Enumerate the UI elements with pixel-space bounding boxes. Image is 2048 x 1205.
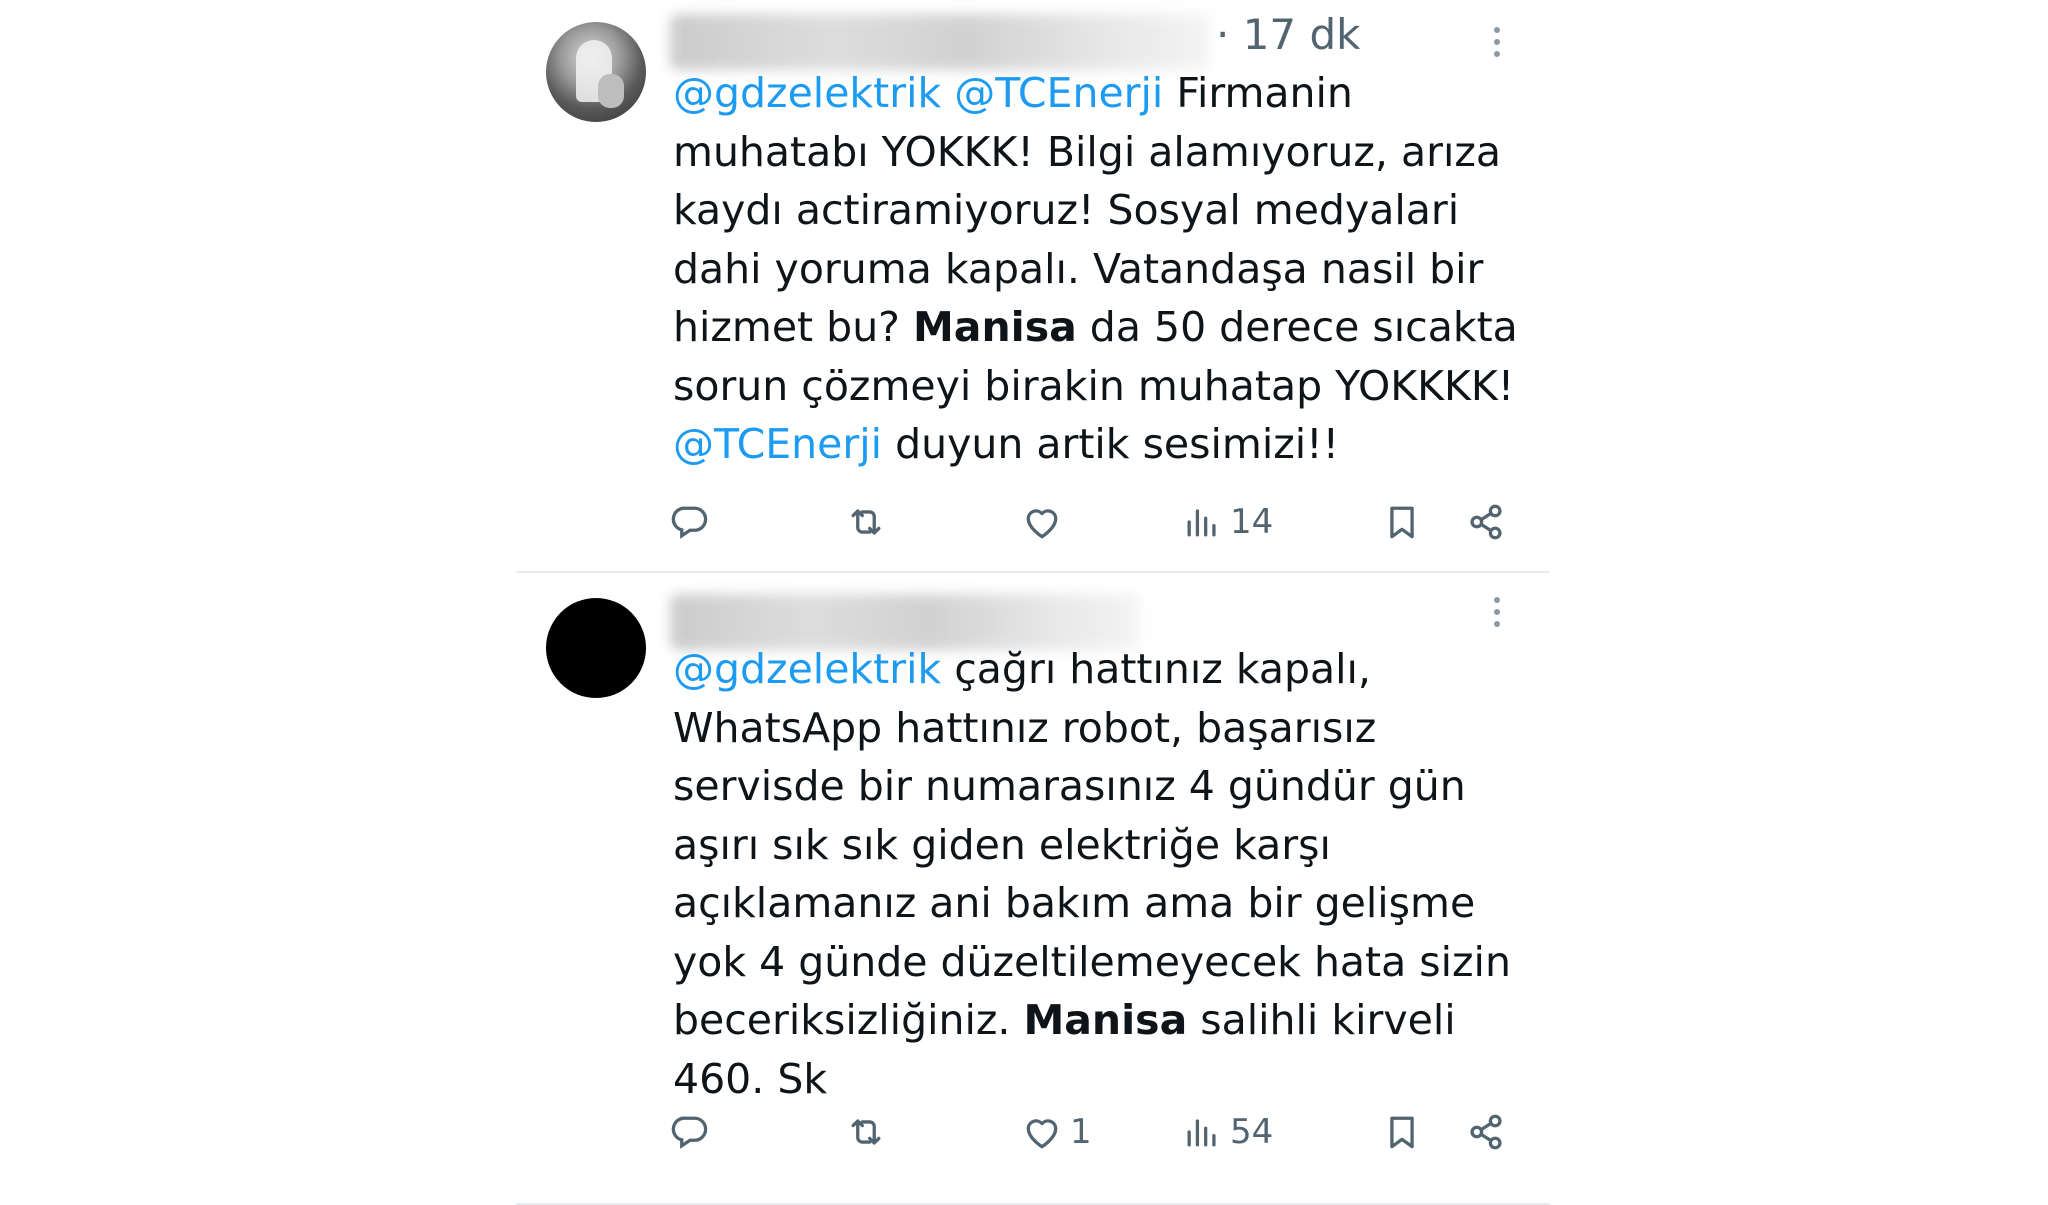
tweet-actions: 14 [668,492,1538,552]
more-icon[interactable] [1485,20,1509,64]
bold-text: Manisa [912,303,1077,351]
tweet-text: @gdzelektrik @TCEnerji Firmanin muhatabı… [673,64,1533,474]
avatar[interactable] [546,598,646,698]
mention-link[interactable]: @TCEnerji [954,69,1163,117]
tweet-1[interactable]: · 17 dk @gdzelektrik @TCEnerji Firmanin … [516,0,1550,572]
retweet-icon [851,509,881,535]
share-icon [1470,504,1502,540]
like-button[interactable]: 1 [1020,1102,1092,1162]
avatar[interactable] [546,22,646,122]
like-button[interactable] [1020,492,1070,552]
mention-link[interactable]: @TCEnerji [673,420,882,468]
tweet-actions: 1 54 [668,1102,1538,1162]
reply-button[interactable] [668,492,712,552]
text-segment: duyun artik sesimizi!! [882,420,1340,468]
bookmark-icon [1390,506,1414,539]
bookmark-button[interactable] [1380,1102,1424,1162]
tweet-time[interactable]: · 17 dk [1216,10,1360,59]
mention-link[interactable]: @gdzelektrik [673,69,941,117]
heart-icon [1026,1119,1058,1149]
tweet-2[interactable]: @gdzelektrik çağrı hattınız kapalı, What… [516,574,1550,1204]
retweet-button[interactable] [844,1102,888,1162]
share-button[interactable] [1464,1102,1508,1162]
text-segment: çağrı hattınız kapalı, WhatsApp hattınız… [673,645,1511,1044]
blurred-author-name [670,14,1210,70]
views-icon [1187,509,1216,537]
tweet-feed: · 17 dk @gdzelektrik @TCEnerji Firmanin … [516,0,1550,1205]
reply-icon [671,1116,708,1149]
views-button[interactable]: 54 [1180,1102,1273,1162]
retweet-button[interactable] [844,492,888,552]
divider [516,571,1550,573]
views-count: 54 [1230,1112,1274,1152]
share-button[interactable] [1464,492,1508,552]
tweet-text: @gdzelektrik çağrı hattınız kapalı, What… [673,640,1533,1108]
more-icon[interactable] [1485,590,1509,634]
text-segment [941,69,954,117]
views-icon [1187,1119,1216,1147]
avatar-figure-detail [598,74,624,108]
heart-icon [1026,509,1058,539]
bookmark-icon [1390,1116,1414,1149]
reply-icon [671,506,708,539]
views-count: 14 [1230,502,1274,542]
bookmark-button[interactable] [1380,492,1424,552]
bold-text: Manisa [1023,996,1188,1044]
like-count: 1 [1070,1112,1092,1152]
retweet-icon [851,1119,881,1145]
reply-button[interactable] [668,1102,712,1162]
mention-link[interactable]: @gdzelektrik [673,645,941,693]
views-button[interactable]: 14 [1180,492,1273,552]
share-icon [1470,1114,1502,1150]
